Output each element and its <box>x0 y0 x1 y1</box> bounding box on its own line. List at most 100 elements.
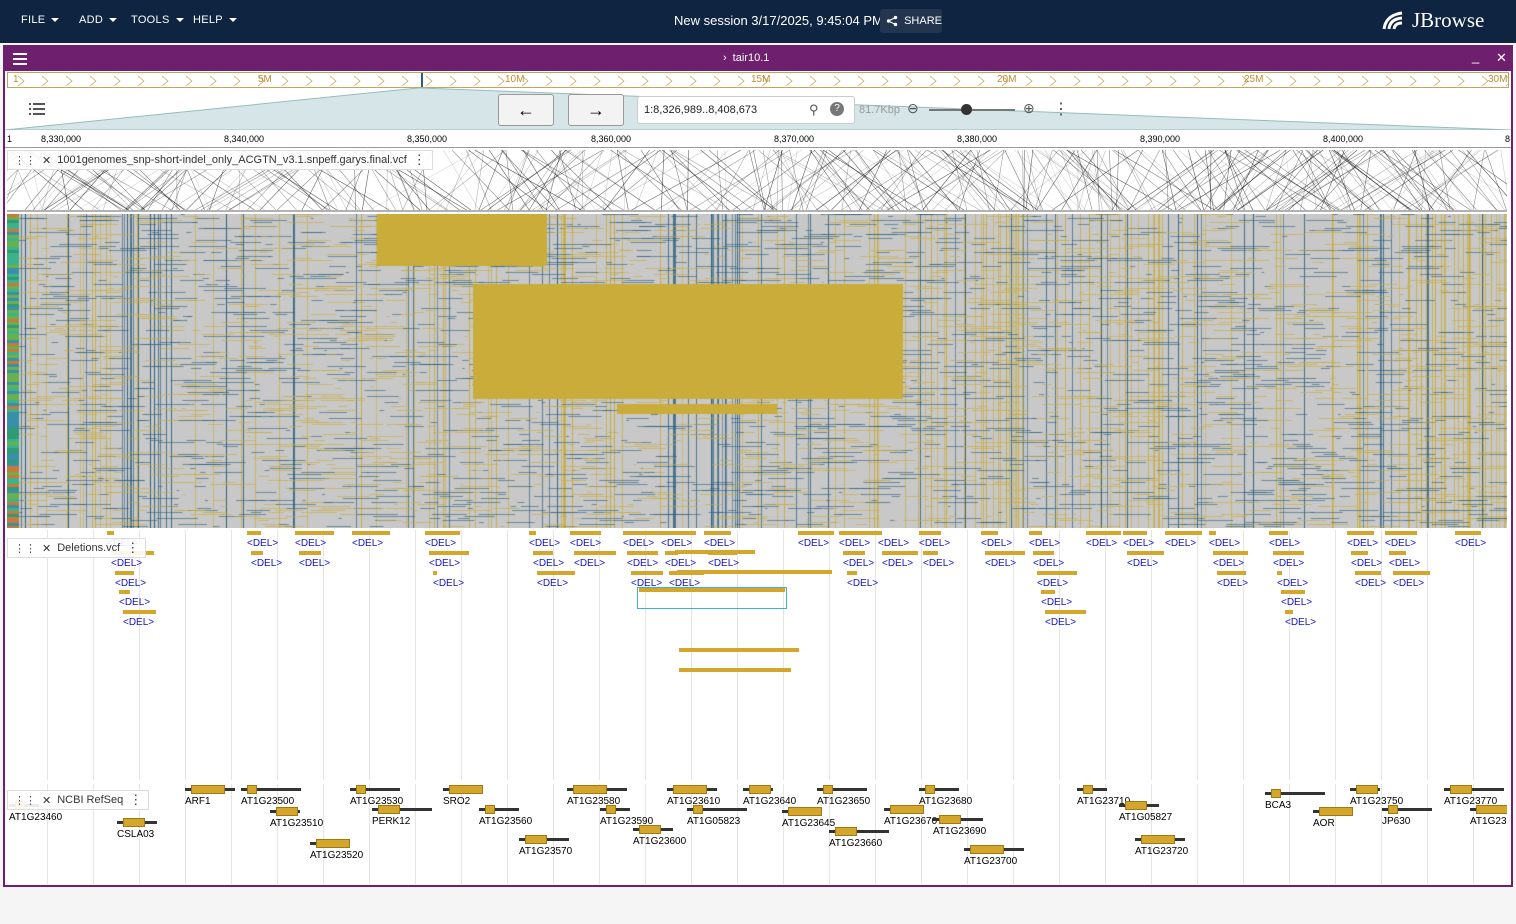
gene-exon[interactable] <box>788 807 822 816</box>
deletion-label[interactable]: <DEL> <box>1033 558 1064 569</box>
deletion-label[interactable]: <DEL> <box>123 617 154 628</box>
deletion-label[interactable]: <DEL> <box>1123 538 1154 549</box>
deletion-feature[interactable] <box>299 551 322 555</box>
deletion-feature[interactable] <box>631 571 663 575</box>
deletion-feature[interactable] <box>981 531 998 535</box>
gene-exon[interactable] <box>925 785 935 794</box>
deletion-label[interactable]: <DEL> <box>623 538 654 549</box>
deletion-feature[interactable] <box>1351 551 1368 555</box>
deletions-track-label[interactable]: ⋮⋮ ✕ Deletions.vcf ⋮ <box>7 538 147 558</box>
gene-exon[interactable] <box>1450 785 1472 794</box>
deletion-label[interactable]: <DEL> <box>1269 538 1300 549</box>
overview-scalebar[interactable]: 1 5M 10M 15M 20M 25M 30M <box>7 72 1509 88</box>
gene-exon[interactable] <box>123 818 145 827</box>
gene-exon[interactable] <box>276 807 298 816</box>
deletion-label[interactable]: <DEL> <box>661 538 692 549</box>
track-menu-icon[interactable]: ⋮ <box>413 152 426 168</box>
gene-exon[interactable] <box>316 839 350 848</box>
gene-label[interactable]: AT1G23570 <box>519 846 572 857</box>
gene-exon[interactable] <box>1141 835 1175 844</box>
deletion-feature[interactable] <box>574 551 617 555</box>
deletion-label[interactable]: <DEL> <box>251 558 282 569</box>
deletion-feature[interactable] <box>839 531 881 535</box>
gene-label[interactable]: AT1G23460 <box>9 812 62 823</box>
deletion-feature[interactable] <box>1041 590 1056 594</box>
deletion-feature[interactable] <box>1037 571 1077 575</box>
gene-exon[interactable] <box>247 785 257 794</box>
deletion-label[interactable]: <DEL> <box>247 538 278 549</box>
deletion-feature[interactable] <box>704 531 731 535</box>
deletion-label[interactable]: <DEL> <box>115 578 146 589</box>
coordinate-ruler[interactable]: 1 8,330,000 8,340,000 8,350,000 8,360,00… <box>5 130 1511 148</box>
gene-label[interactable]: PERK12 <box>372 816 410 827</box>
deletion-feature[interactable] <box>1086 531 1122 535</box>
deletion-label[interactable]: <DEL> <box>1273 558 1304 569</box>
gene-exon[interactable] <box>1319 807 1353 816</box>
gene-exon[interactable] <box>485 805 495 814</box>
deletion-feature[interactable] <box>1217 571 1246 575</box>
gene-label[interactable]: CSLA03 <box>117 829 154 840</box>
deletion-feature[interactable] <box>843 551 866 555</box>
deletion-label[interactable]: <DEL> <box>1355 578 1386 589</box>
refseq-track[interactable]: AT1G23460 CSLA03 ARF1 AT1G23500 AT1G23510 AT1… <box>7 784 1507 884</box>
drag-handle-icon[interactable]: ⋮⋮ <box>14 542 36 555</box>
deletion-label[interactable]: <DEL> <box>1217 578 1248 589</box>
gene-label[interactable]: AOR <box>1313 818 1335 829</box>
assembly-selector[interactable]: › tair10.1 <box>723 52 769 64</box>
deletion-feature[interactable] <box>985 551 1025 555</box>
pan-right-button[interactable]: → <box>568 94 624 126</box>
deletion-feature[interactable] <box>675 550 755 554</box>
close-track-icon[interactable]: ✕ <box>42 154 51 167</box>
deletion-feature[interactable] <box>1209 531 1216 535</box>
deletion-feature[interactable] <box>1347 531 1375 535</box>
deletion-label[interactable]: <DEL> <box>923 558 954 569</box>
deletion-feature[interactable] <box>679 668 791 672</box>
deletion-label[interactable]: <DEL> <box>429 558 460 569</box>
deletion-feature[interactable] <box>1273 551 1304 555</box>
deletion-label[interactable]: <DEL> <box>1045 617 1076 628</box>
deletion-label[interactable]: <DEL> <box>1281 597 1312 608</box>
deletion-feature[interactable] <box>1269 531 1288 535</box>
deletion-label[interactable]: <DEL> <box>665 558 696 569</box>
deletion-feature[interactable] <box>570 531 601 535</box>
tools-menu[interactable]: TOOLS <box>131 14 184 26</box>
deletion-label[interactable]: <DEL> <box>1165 538 1196 549</box>
deletion-label[interactable]: <DEL> <box>570 538 601 549</box>
deletion-feature[interactable] <box>882 551 918 555</box>
gene-exon[interactable] <box>573 785 607 794</box>
deletion-label[interactable]: <DEL> <box>919 538 950 549</box>
deletion-feature[interactable] <box>1045 610 1086 614</box>
search-icon[interactable]: ⚲ <box>809 102 819 118</box>
deletion-label[interactable]: <DEL> <box>985 558 1016 569</box>
gene-exon[interactable] <box>1476 805 1507 814</box>
gene-label[interactable]: AT1G23670 <box>884 816 937 827</box>
zoom-out-icon[interactable]: ⊖ <box>907 100 919 117</box>
gene-exon[interactable] <box>1356 785 1378 794</box>
deletion-label[interactable]: <DEL> <box>1086 538 1117 549</box>
deletion-feature[interactable] <box>1123 531 1148 535</box>
gene-exon[interactable] <box>1125 801 1147 810</box>
close-track-icon[interactable]: ✕ <box>42 542 51 555</box>
track-menu-icon[interactable]: ⋮ <box>129 792 142 808</box>
deletion-feature[interactable] <box>1213 551 1248 555</box>
deletion-label[interactable]: <DEL> <box>839 538 870 549</box>
gene-label[interactable]: AT1G23660 <box>829 838 882 849</box>
gene-label[interactable]: AT1G23690 <box>933 826 986 837</box>
deletion-feature[interactable] <box>429 551 469 555</box>
deletion-label[interactable]: <DEL> <box>878 538 909 549</box>
deletion-label[interactable]: <DEL> <box>1209 538 1240 549</box>
deletion-label[interactable]: <DEL> <box>847 578 878 589</box>
deletion-feature[interactable] <box>1393 571 1430 575</box>
track-selector-icon[interactable] <box>29 102 45 116</box>
gene-label[interactable]: AT1G05827 <box>1119 812 1172 823</box>
deletion-label[interactable]: <DEL> <box>537 578 568 589</box>
deletion-feature[interactable] <box>1281 590 1306 594</box>
location-search-input[interactable]: 1:8,326,989..8,408,673 <box>637 96 855 124</box>
gene-exon[interactable] <box>356 785 366 794</box>
deletion-label[interactable]: <DEL> <box>1347 538 1378 549</box>
gene-exon[interactable] <box>1083 785 1093 794</box>
deletion-label[interactable]: <DEL> <box>433 578 464 589</box>
deletion-label[interactable]: <DEL> <box>1041 597 1072 608</box>
deletion-feature[interactable] <box>1385 531 1417 535</box>
deletion-feature[interactable] <box>623 531 665 535</box>
